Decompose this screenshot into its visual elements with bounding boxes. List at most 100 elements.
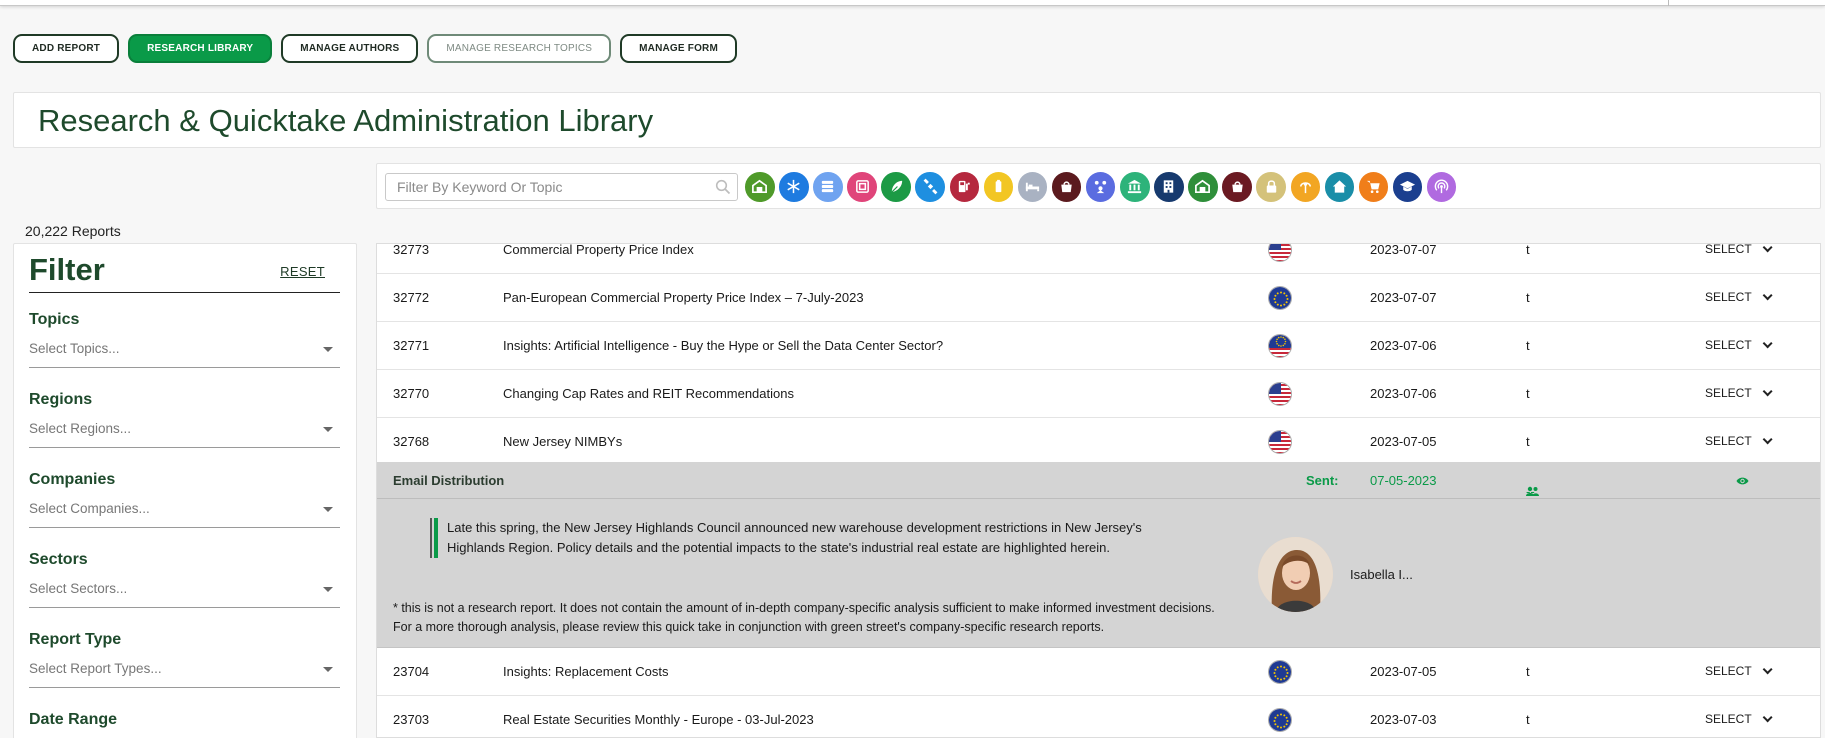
select-dropdown[interactable]: SELECT	[1705, 386, 1773, 400]
retail-bag-icon[interactable]	[1222, 172, 1252, 202]
regions-filter: Regions Select Regions...	[29, 391, 340, 448]
filter-header: Filter RESET	[29, 248, 340, 293]
topics-filter: Topics Select Topics...	[29, 311, 340, 368]
report-id: 32770	[393, 386, 430, 401]
select-label: SELECT	[1705, 434, 1752, 448]
bed-icon[interactable]	[1017, 172, 1048, 202]
eu-flag-icon	[1268, 286, 1292, 310]
table-row[interactable]: 32773 Commercial Property Price Index 20…	[377, 243, 1820, 274]
select-label: SELECT	[1705, 290, 1752, 304]
select-label: SELECT	[1705, 712, 1752, 726]
office-building-icon[interactable]	[1154, 172, 1184, 202]
gas-pump-icon[interactable]	[949, 172, 980, 202]
report-title[interactable]: New Jersey NIMBYs	[503, 434, 622, 449]
table-row[interactable]: 32772 Pan-European Commercial Property P…	[377, 274, 1820, 322]
table-row[interactable]: 32770 Changing Cap Rates and REIT Recomm…	[377, 370, 1820, 418]
cart-icon[interactable]	[1358, 172, 1389, 202]
report-type-code: t	[1526, 664, 1530, 679]
sent-date: 07-05-2023	[1370, 473, 1437, 488]
eu-flag-icon	[1268, 708, 1292, 732]
battery-icon[interactable]	[983, 172, 1014, 202]
regions-select[interactable]: Select Regions...	[29, 421, 340, 448]
manage-authors-button[interactable]: MANAGE AUTHORS	[281, 34, 419, 63]
top-bar-divider	[1668, 0, 1669, 6]
search-input[interactable]	[386, 174, 696, 200]
home-icon[interactable]	[1324, 172, 1355, 202]
filter-label: Sectors	[29, 551, 88, 568]
filter-label: Report Type	[29, 631, 122, 648]
bank-icon[interactable]	[1120, 172, 1150, 202]
select-dropdown[interactable]: SELECT	[1705, 712, 1773, 726]
report-type-select[interactable]: Select Report Types...	[29, 661, 340, 688]
storage-units-icon[interactable]	[847, 172, 877, 202]
report-title[interactable]: Real Estate Securities Monthly - Europe …	[503, 712, 814, 727]
report-title[interactable]: Pan-European Commercial Property Price I…	[503, 290, 864, 305]
select-dropdown[interactable]: SELECT	[1705, 434, 1773, 448]
select-placeholder: Select Topics...	[29, 341, 120, 356]
top-app-bar	[0, 0, 1825, 6]
dropdown-caret-icon	[323, 507, 333, 512]
community-icon[interactable]	[1085, 172, 1116, 202]
report-id: 23704	[393, 664, 430, 679]
add-report-button[interactable]: ADD REPORT	[13, 34, 120, 63]
select-dropdown[interactable]: SELECT	[1705, 244, 1773, 256]
reports-table: 32773 Commercial Property Price Index 20…	[376, 243, 1821, 738]
report-title[interactable]: Insights: Artificial Intelligence - Buy …	[503, 338, 943, 353]
report-id: 32773	[393, 243, 430, 257]
select-dropdown[interactable]: SELECT	[1705, 338, 1773, 352]
report-type-code: t	[1526, 434, 1530, 449]
report-id: 32772	[393, 290, 430, 305]
research-library-button[interactable]: RESEARCH LIBRARY	[128, 34, 273, 63]
server-icon[interactable]	[813, 172, 843, 202]
companies-select[interactable]: Select Companies...	[29, 501, 340, 528]
report-date: 2023-07-03	[1370, 712, 1437, 727]
shopping-bag-icon[interactable]	[1051, 172, 1082, 202]
report-type-code: t	[1526, 290, 1530, 305]
reset-button[interactable]: RESET	[280, 264, 325, 279]
table-row[interactable]: 32768 New Jersey NIMBYs 2023-07-05 t SEL…	[377, 418, 1820, 466]
report-count: 20,222 Reports	[25, 223, 121, 239]
sectors-select[interactable]: Select Sectors...	[29, 581, 340, 608]
email-distribution-title: Email Distribution	[393, 473, 505, 488]
dropdown-caret-icon	[323, 347, 333, 352]
topic-icon-list	[745, 172, 1457, 202]
select-dropdown[interactable]: SELECT	[1705, 290, 1773, 304]
warehouse-icon[interactable]	[745, 172, 775, 202]
satellite-icon[interactable]	[915, 172, 945, 202]
select-placeholder: Select Report Types...	[29, 661, 162, 676]
snowflake-icon[interactable]	[779, 172, 809, 202]
table-row[interactable]: 23704 Insights: Replacement Costs 2023-0…	[377, 648, 1820, 696]
antenna-icon[interactable]	[1290, 172, 1320, 202]
graduation-cap-icon[interactable]	[1392, 172, 1423, 202]
dropdown-caret-icon	[323, 427, 333, 432]
leaf-icon[interactable]	[881, 172, 911, 202]
email-distribution-panel: Email Distribution Sent: 07-05-2023 -- L…	[377, 462, 1820, 648]
filter-label: Topics	[29, 311, 80, 328]
chevron-down-icon	[1762, 244, 1773, 253]
table-row[interactable]: 32771 Insights: Artificial Intelligence …	[377, 322, 1820, 370]
eye-icon[interactable]	[1736, 474, 1749, 489]
page-title: Research & Quicktake Administration Libr…	[38, 103, 654, 138]
sent-label: Sent:	[1306, 473, 1339, 488]
manage-form-button[interactable]: MANAGE FORM	[620, 34, 738, 63]
filter-label: Companies	[29, 471, 116, 488]
industrial-icon[interactable]	[1188, 172, 1218, 202]
manage-research-topics-button[interactable]: MANAGE RESEARCH TOPICS	[427, 34, 612, 63]
lock-icon[interactable]	[1256, 172, 1286, 202]
report-title[interactable]: Commercial Property Price Index	[503, 244, 694, 257]
select-placeholder: Select Regions...	[29, 421, 132, 436]
report-title[interactable]: Changing Cap Rates and REIT Recommendati…	[503, 386, 794, 401]
search-icon[interactable]	[715, 179, 731, 200]
report-type-filter: Report Type Select Report Types...	[29, 631, 340, 688]
select-dropdown[interactable]: SELECT	[1705, 664, 1773, 678]
table-row[interactable]: 23703 Real Estate Securities Monthly - E…	[377, 696, 1820, 737]
broadcast-icon[interactable]	[1426, 172, 1457, 202]
chevron-down-icon	[1762, 434, 1773, 445]
topics-select[interactable]: Select Topics...	[29, 341, 340, 368]
sectors-filter: Sectors Select Sectors...	[29, 551, 340, 608]
report-title[interactable]: Insights: Replacement Costs	[503, 664, 668, 679]
select-placeholder: Select Companies...	[29, 501, 150, 516]
us-flag-icon	[1268, 244, 1292, 262]
chevron-down-icon	[1762, 664, 1773, 675]
date-range-filter: Date Range	[29, 711, 340, 729]
